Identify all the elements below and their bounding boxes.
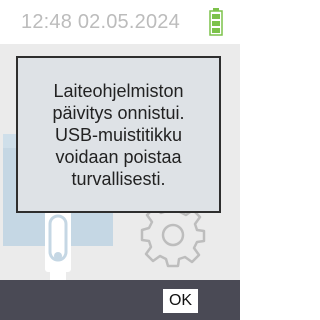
message-dialog: Laiteohjelmiston päivitys onnistui. USB-… [16, 56, 221, 213]
time-text: 12:48 [21, 11, 73, 33]
ok-button[interactable]: OK [163, 289, 198, 313]
clock: 12:48 02.05.2024 [21, 11, 180, 34]
date-text: 02.05.2024 [77, 11, 180, 33]
bottom-bar [0, 280, 240, 320]
battery-full-icon [209, 8, 223, 36]
dialog-message: Laiteohjelmiston päivitys onnistui. USB-… [52, 80, 185, 189]
status-bar: 12:48 02.05.2024 [0, 0, 240, 44]
